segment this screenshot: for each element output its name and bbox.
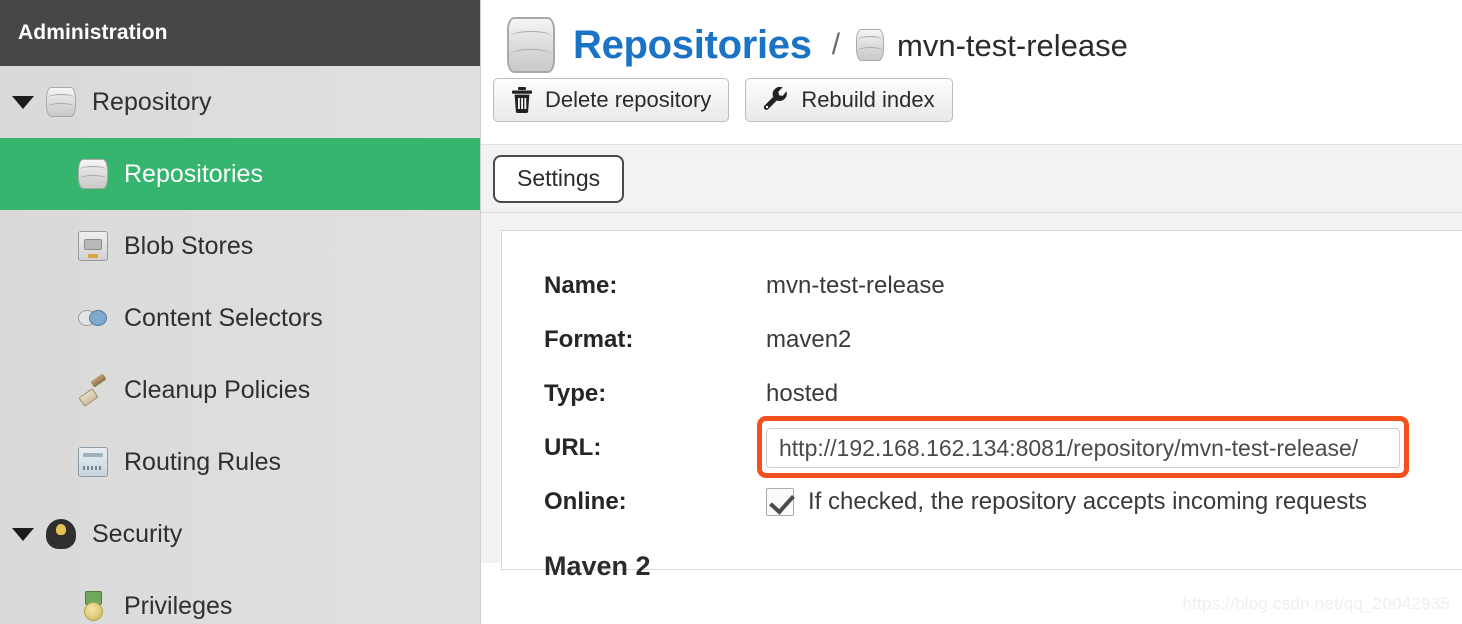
sidebar: Administration Repository Repositories B… bbox=[0, 0, 481, 624]
sidebar-nav: Repository Repositories Blob Stores Cont… bbox=[0, 66, 480, 624]
sidebar-header: Administration bbox=[0, 0, 480, 66]
field-label-type: Type: bbox=[544, 380, 607, 407]
sidebar-group-security[interactable]: Security bbox=[0, 498, 480, 570]
sidebar-item-privileges[interactable]: Privileges bbox=[0, 570, 480, 624]
sidebar-item-label-repositories: Repositories bbox=[124, 159, 263, 188]
trash-icon bbox=[511, 87, 533, 113]
tab-settings[interactable]: Settings bbox=[493, 154, 625, 203]
field-row-type: Type: hosted bbox=[502, 367, 1462, 421]
sidebar-item-content-selectors[interactable]: Content Selectors bbox=[0, 282, 480, 354]
brush-icon bbox=[78, 375, 108, 405]
field-value-format: maven2 bbox=[766, 326, 852, 353]
sidebar-item-cleanup-policies[interactable]: Cleanup Policies bbox=[0, 354, 480, 426]
rebuild-index-label: Rebuild index bbox=[801, 87, 935, 112]
field-row-format: Format: maven2 bbox=[502, 313, 1462, 367]
watermark: https://blog.csdn.net/qq_20042935 bbox=[1182, 594, 1450, 613]
field-label-name: Name: bbox=[544, 272, 618, 299]
content-selector-icon bbox=[78, 303, 108, 333]
settings-panel-area: Name: mvn-test-release Format: maven2 Ty… bbox=[481, 213, 1462, 581]
delete-repository-button[interactable]: Delete repository bbox=[493, 78, 730, 122]
wrench-icon bbox=[763, 87, 789, 113]
field-label-online: Online: bbox=[544, 488, 627, 515]
field-value-name: mvn-test-release bbox=[766, 272, 945, 299]
sidebar-group-label-security: Security bbox=[92, 519, 183, 548]
rebuild-index-button[interactable]: Rebuild index bbox=[745, 78, 953, 122]
sidebar-item-label-routing-rules: Routing Rules bbox=[124, 447, 282, 476]
toolbar: Delete repository Rebuild index bbox=[481, 72, 1462, 122]
page-title[interactable]: Repositories bbox=[573, 25, 812, 65]
routing-rules-icon bbox=[78, 447, 108, 477]
chevron-down-icon[interactable] bbox=[12, 95, 34, 109]
field-row-url: URL: http://192.168.162.134:8081/reposit… bbox=[502, 416, 1462, 478]
field-row-online: Online: If checked, the repository accep… bbox=[502, 475, 1462, 529]
database-icon bbox=[856, 29, 885, 61]
section-heading-maven2: Maven 2 bbox=[544, 551, 651, 581]
security-icon bbox=[46, 519, 76, 549]
repository-url-input[interactable]: http://192.168.162.134:8081/repository/m… bbox=[766, 428, 1400, 468]
field-label-url: URL: bbox=[544, 434, 602, 461]
online-checkbox[interactable] bbox=[766, 488, 794, 516]
breadcrumb-separator: / bbox=[831, 28, 841, 61]
medal-icon bbox=[78, 591, 108, 621]
field-row-name: Name: mvn-test-release bbox=[502, 259, 1462, 313]
sidebar-group-label-repository: Repository bbox=[92, 87, 212, 116]
nexus-admin-page: Administration Repository Repositories B… bbox=[0, 0, 1462, 624]
field-label-format: Format: bbox=[544, 326, 634, 353]
database-icon bbox=[46, 87, 76, 117]
sidebar-item-repositories[interactable]: Repositories bbox=[0, 138, 480, 210]
field-value-type: hosted bbox=[766, 380, 839, 407]
chevron-down-icon[interactable] bbox=[12, 527, 34, 541]
tab-bar: Settings bbox=[481, 144, 1462, 213]
sidebar-item-blob-stores[interactable]: Blob Stores bbox=[0, 210, 480, 282]
url-field-wrapper: http://192.168.162.134:8081/repository/m… bbox=[757, 416, 1409, 478]
breadcrumb-current: mvn-test-release bbox=[897, 27, 1128, 63]
sidebar-item-label-cleanup-policies: Cleanup Policies bbox=[124, 375, 311, 404]
sidebar-item-label-content-selectors: Content Selectors bbox=[124, 303, 323, 332]
blob-store-icon bbox=[78, 231, 108, 261]
sidebar-group-repository[interactable]: Repository bbox=[0, 66, 480, 138]
online-checkbox-label: If checked, the repository accepts incom… bbox=[808, 488, 1367, 515]
main-content: Repositories / mvn-test-release Delete r… bbox=[481, 0, 1462, 624]
sidebar-item-routing-rules[interactable]: Routing Rules bbox=[0, 426, 480, 498]
delete-repository-label: Delete repository bbox=[545, 87, 712, 112]
database-icon bbox=[507, 17, 555, 73]
breadcrumb: Repositories / mvn-test-release bbox=[481, 0, 1462, 73]
sidebar-item-label-blob-stores: Blob Stores bbox=[124, 231, 254, 260]
sidebar-item-label-privileges: Privileges bbox=[124, 591, 233, 620]
tab-settings-label: Settings bbox=[517, 165, 601, 191]
database-icon bbox=[78, 159, 108, 189]
sidebar-title: Administration bbox=[18, 21, 168, 44]
repository-settings-card: Name: mvn-test-release Format: maven2 Ty… bbox=[501, 230, 1462, 581]
